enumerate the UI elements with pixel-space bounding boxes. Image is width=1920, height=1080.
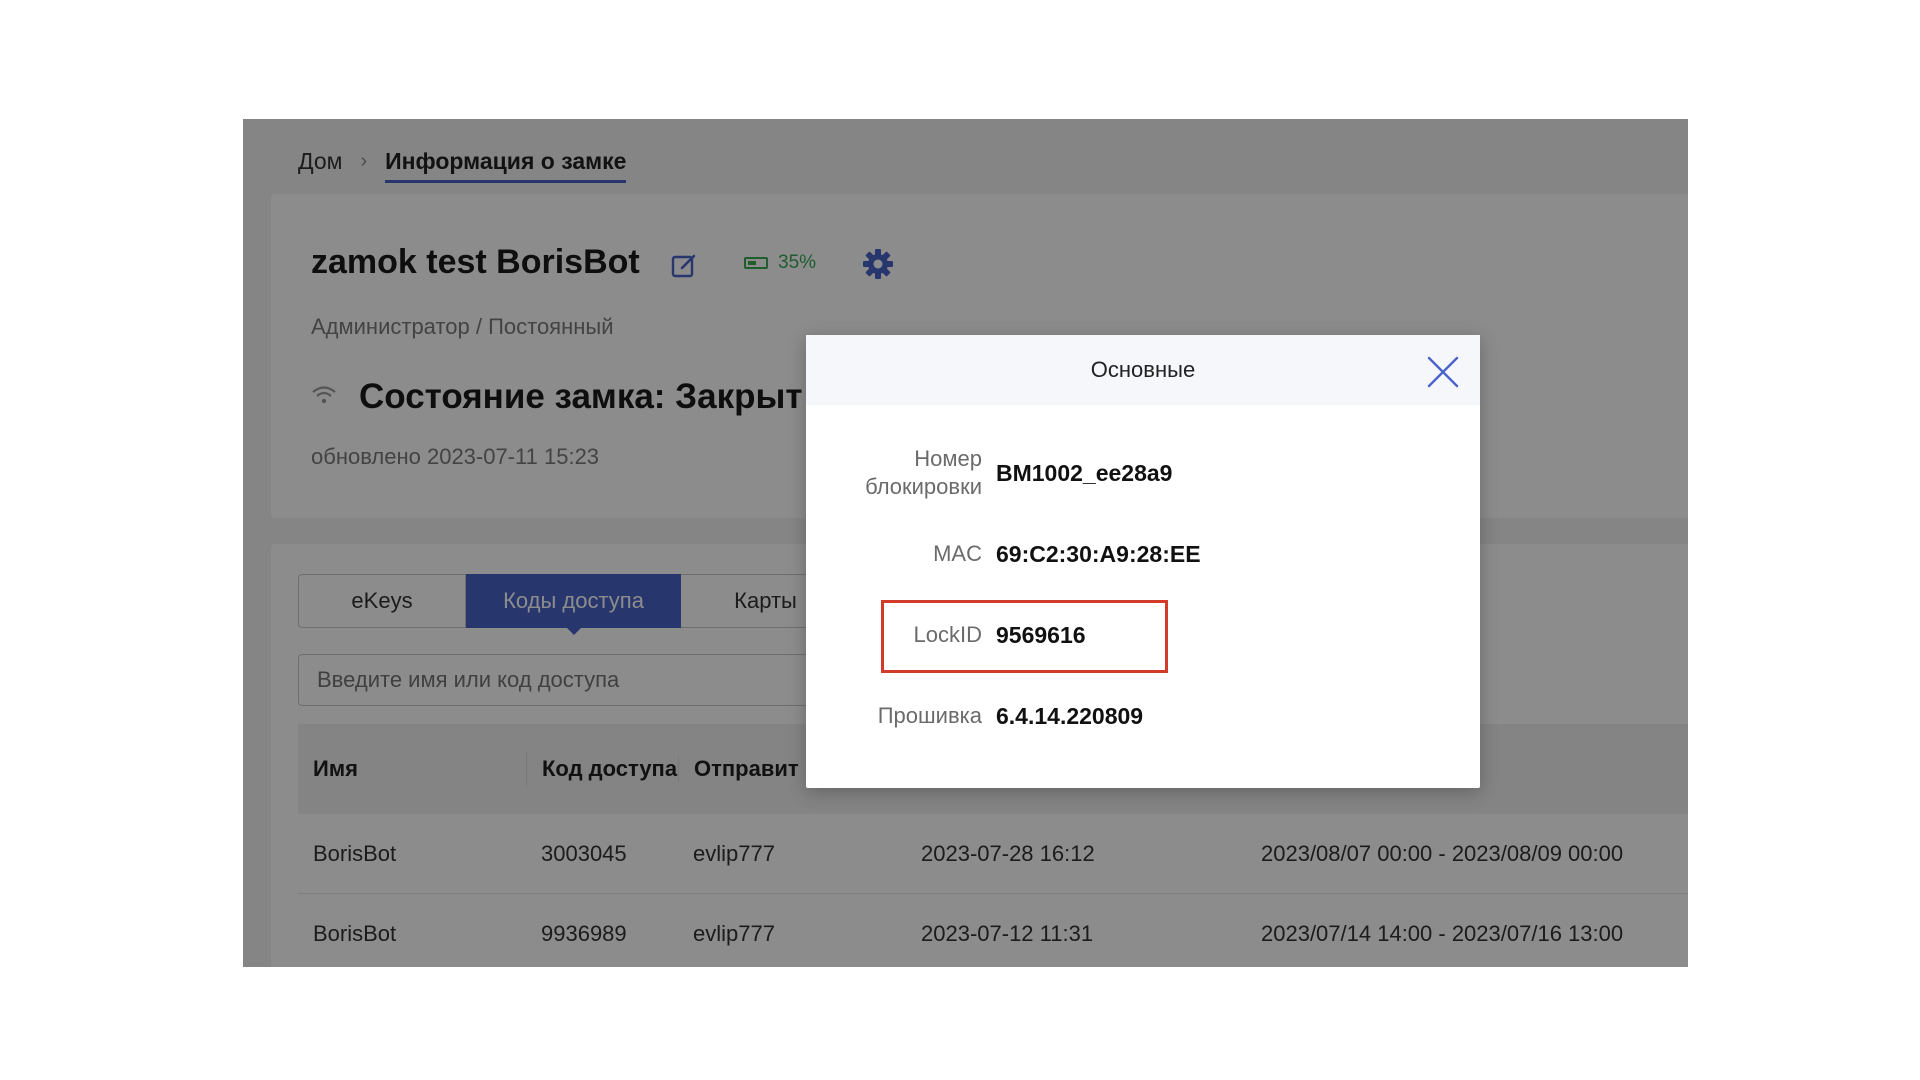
field-value: 6.4.14.220809 [996,702,1144,729]
field-lock-number: Номер блокировки BM1002_ee28a9 [806,445,1172,501]
field-value: 69:C2:30:A9:28:EE [996,540,1201,567]
field-label: Прошивка [877,703,982,728]
field-label: LockID [913,622,982,647]
field-label: MAC [933,541,982,566]
close-icon[interactable] [1426,355,1460,389]
modal-title: Основные [1090,357,1196,382]
field-firmware: Прошивка 6.4.14.220809 [806,702,1143,730]
field-value: 9569616 [996,621,1086,648]
field-value: BM1002_ee28a9 [996,459,1173,486]
field-mac: MAC 69:C2:30:A9:28:EE [806,540,1201,568]
modal-header: Основные [806,335,1480,405]
field-lock-id: LockID 9569616 [806,621,1086,649]
basic-info-modal: Основные Номер блокировки BM1002_ee28a9 … [806,335,1480,788]
field-label: Номер блокировки [865,446,982,499]
